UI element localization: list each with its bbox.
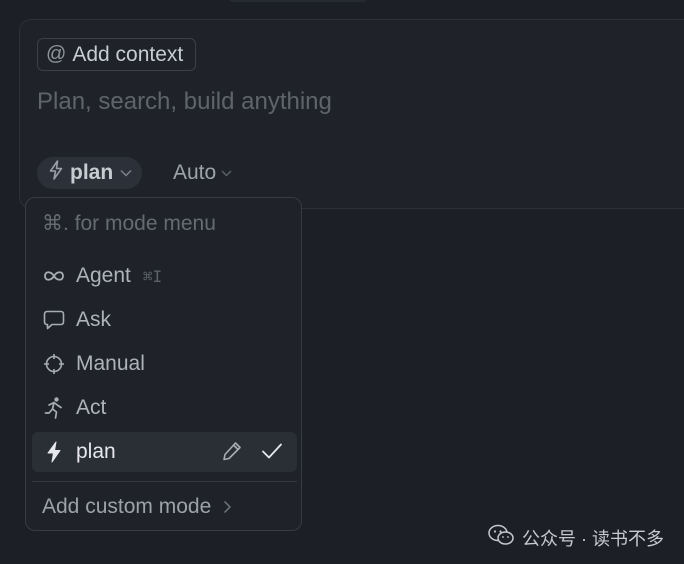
wechat-icon — [488, 524, 514, 551]
model-selector-label: Auto — [173, 161, 217, 184]
edit-pencil-icon[interactable] — [221, 440, 243, 468]
menu-item-agent[interactable]: Agent ⌘I — [32, 256, 297, 296]
top-tab-edge — [228, 0, 368, 2]
prompt-input[interactable]: Plan, search, build anything — [37, 88, 332, 116]
running-figure-icon — [42, 396, 66, 420]
menu-item-label: Manual — [76, 352, 145, 375]
lightning-icon — [49, 160, 63, 186]
chat-composer: @ Add context Plan, search, build anythi… — [19, 19, 684, 209]
crosshair-icon — [42, 352, 66, 376]
model-selector-button[interactable]: Auto — [173, 157, 232, 189]
mode-menu-hint: ⌘. for mode menu — [42, 212, 216, 235]
infinity-icon — [42, 264, 66, 288]
menu-item-label: plan — [76, 440, 116, 463]
chevron-right-icon — [223, 500, 232, 514]
chat-bubble-icon — [42, 308, 66, 332]
chevron-down-icon — [120, 169, 132, 177]
mode-selector-button[interactable]: plan — [37, 157, 143, 189]
add-context-label: Add context — [72, 42, 184, 66]
at-sign-icon: @ — [46, 43, 67, 65]
checkmark-icon — [261, 442, 283, 466]
menu-item-label: Agent — [76, 264, 131, 287]
menu-item-label: Act — [76, 396, 107, 419]
lightning-icon — [42, 440, 66, 464]
menu-item-manual[interactable]: Manual — [32, 344, 297, 384]
mode-selector-label: plan — [70, 161, 114, 184]
menu-item-ask[interactable]: Ask — [32, 300, 297, 340]
menu-divider — [32, 481, 297, 482]
chevron-down-icon — [221, 170, 232, 177]
add-context-button[interactable]: @ Add context — [37, 38, 197, 71]
menu-item-shortcut: ⌘I — [142, 266, 163, 286]
add-custom-mode-label: Add custom mode — [42, 495, 212, 518]
menu-item-act[interactable]: Act — [32, 388, 297, 428]
mode-menu: ⌘. for mode menu Agent ⌘I Ask Manual Act… — [25, 197, 302, 531]
watermark-text: 公众号 · 读书不多 — [522, 528, 664, 549]
menu-item-label: Ask — [76, 308, 112, 331]
add-custom-mode-button[interactable]: Add custom mode — [42, 495, 232, 519]
watermark: 公众号 · 读书不多 — [488, 524, 664, 551]
menu-item-plan[interactable]: plan — [32, 432, 297, 472]
